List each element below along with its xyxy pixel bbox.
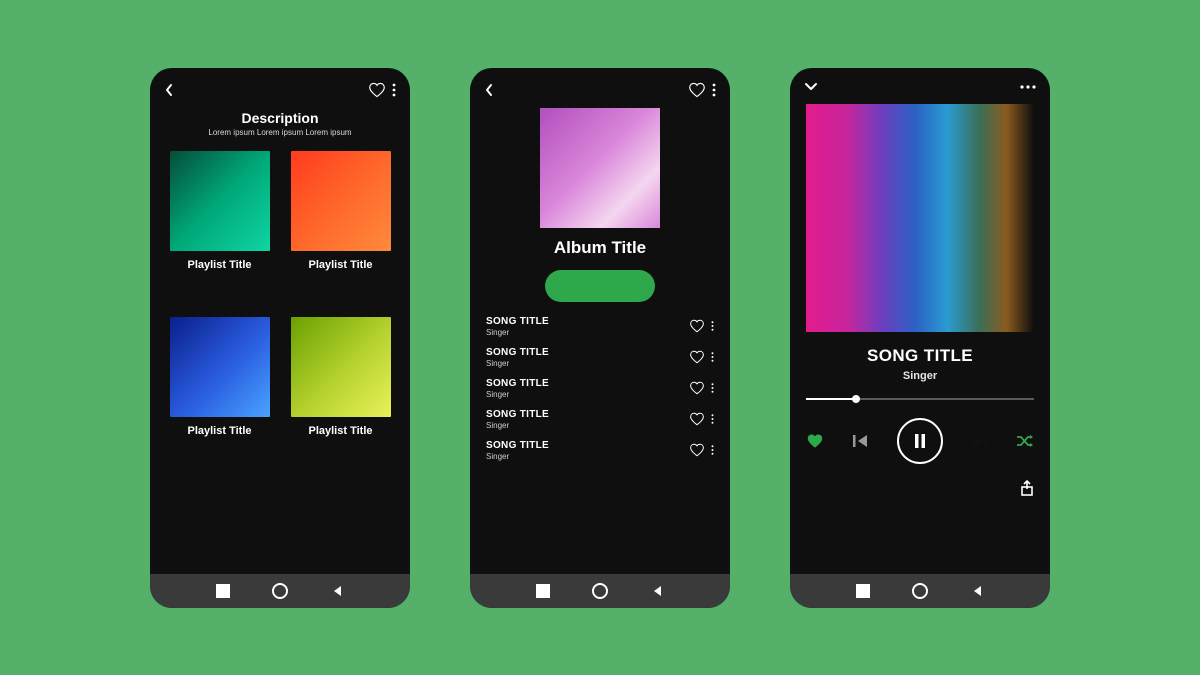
- song-singer: Singer: [486, 359, 549, 368]
- more-icon[interactable]: [711, 413, 714, 425]
- nav-back-icon[interactable]: [330, 584, 344, 598]
- more-icon[interactable]: [711, 444, 714, 456]
- playlist-art: [170, 317, 270, 417]
- progress-knob[interactable]: [852, 395, 860, 403]
- nav-home-icon[interactable]: [272, 583, 288, 599]
- nav-back-icon[interactable]: [970, 584, 984, 598]
- back-icon[interactable]: [484, 83, 494, 97]
- description-sub: Lorem ipsum Lorem ipsum Lorem ipsum: [166, 128, 394, 137]
- heart-icon[interactable]: [689, 319, 705, 333]
- heart-icon[interactable]: [368, 82, 386, 98]
- back-icon[interactable]: [164, 83, 174, 97]
- playlist-tile[interactable]: Playlist Title: [166, 151, 273, 271]
- playlist-art: [291, 317, 391, 417]
- more-icon[interactable]: [711, 320, 714, 332]
- phone-album: Album Title SONG TITLESinger SONG TITLES…: [470, 68, 730, 608]
- playlist-grid: Playlist Title Playlist Title Playlist T…: [166, 151, 394, 437]
- next-icon[interactable]: [971, 433, 989, 449]
- nav-home-icon[interactable]: [592, 583, 608, 599]
- topbar: [790, 68, 1050, 100]
- heart-icon[interactable]: [689, 381, 705, 395]
- progress-bar[interactable]: [806, 398, 1034, 400]
- nav-back-icon[interactable]: [650, 584, 664, 598]
- song-singer: Singer: [486, 421, 549, 430]
- android-navbar: [150, 574, 410, 608]
- playlist-label: Playlist Title: [309, 259, 373, 271]
- song-title: SONG TITLE: [486, 440, 549, 451]
- playlist-tile[interactable]: Playlist Title: [166, 317, 273, 437]
- phone-now-playing: SONG TITLE Singer: [790, 68, 1050, 608]
- song-row[interactable]: SONG TITLESinger: [486, 316, 714, 337]
- like-icon[interactable]: [806, 433, 824, 449]
- song-row[interactable]: SONG TITLESinger: [486, 409, 714, 430]
- chevron-down-icon[interactable]: [804, 82, 818, 92]
- album-title: Album Title: [554, 238, 646, 258]
- song-list: SONG TITLESinger SONG TITLESinger SONG T…: [486, 316, 714, 461]
- playlist-tile[interactable]: Playlist Title: [287, 317, 394, 437]
- share-icon[interactable]: [1020, 480, 1034, 496]
- progress-fill: [806, 398, 856, 400]
- song-title: SONG TITLE: [486, 347, 549, 358]
- song-singer: Singer: [486, 328, 549, 337]
- more-icon[interactable]: [392, 83, 396, 97]
- song-title: SONG TITLE: [486, 409, 549, 420]
- more-icon[interactable]: [711, 382, 714, 394]
- playlist-art: [291, 151, 391, 251]
- description-heading: Description: [166, 110, 394, 126]
- player-controls: [806, 418, 1034, 464]
- song-row[interactable]: SONG TITLESinger: [486, 440, 714, 461]
- heart-icon[interactable]: [689, 412, 705, 426]
- playlist-tile[interactable]: Playlist Title: [287, 151, 394, 271]
- more-horizontal-icon[interactable]: [1020, 85, 1036, 89]
- more-icon[interactable]: [712, 83, 716, 97]
- playlist-art: [170, 151, 270, 251]
- heart-icon[interactable]: [688, 82, 706, 98]
- nav-recents-icon[interactable]: [216, 584, 230, 598]
- play-all-button[interactable]: [545, 270, 655, 302]
- album-art: [540, 108, 660, 228]
- nav-home-icon[interactable]: [912, 583, 928, 599]
- play-pause-button[interactable]: [897, 418, 943, 464]
- now-playing-title: SONG TITLE: [867, 346, 973, 366]
- heart-icon[interactable]: [689, 443, 705, 457]
- heart-icon[interactable]: [689, 350, 705, 364]
- playlist-label: Playlist Title: [188, 425, 252, 437]
- playlists-content: Description Lorem ipsum Lorem ipsum Lore…: [150, 106, 410, 574]
- topbar: [150, 68, 410, 106]
- song-row[interactable]: SONG TITLESinger: [486, 347, 714, 368]
- album-header: Album Title: [486, 108, 714, 302]
- more-icon[interactable]: [711, 351, 714, 363]
- song-singer: Singer: [486, 452, 549, 461]
- shuffle-icon[interactable]: [1016, 434, 1034, 448]
- android-navbar: [470, 574, 730, 608]
- phone-playlists: Description Lorem ipsum Lorem ipsum Lore…: [150, 68, 410, 608]
- now-playing-art: [806, 104, 1034, 332]
- description-block: Description Lorem ipsum Lorem ipsum Lore…: [166, 110, 394, 137]
- song-title: SONG TITLE: [486, 378, 549, 389]
- album-content: Album Title SONG TITLESinger SONG TITLES…: [470, 106, 730, 574]
- topbar: [470, 68, 730, 106]
- playlist-label: Playlist Title: [309, 425, 373, 437]
- song-title: SONG TITLE: [486, 316, 549, 327]
- playlist-label: Playlist Title: [188, 259, 252, 271]
- previous-icon[interactable]: [852, 433, 870, 449]
- android-navbar: [790, 574, 1050, 608]
- nav-recents-icon[interactable]: [856, 584, 870, 598]
- nav-recents-icon[interactable]: [536, 584, 550, 598]
- now-playing-singer: Singer: [903, 370, 937, 382]
- now-playing-content: SONG TITLE Singer: [790, 100, 1050, 574]
- song-row[interactable]: SONG TITLESinger: [486, 378, 714, 399]
- song-singer: Singer: [486, 390, 549, 399]
